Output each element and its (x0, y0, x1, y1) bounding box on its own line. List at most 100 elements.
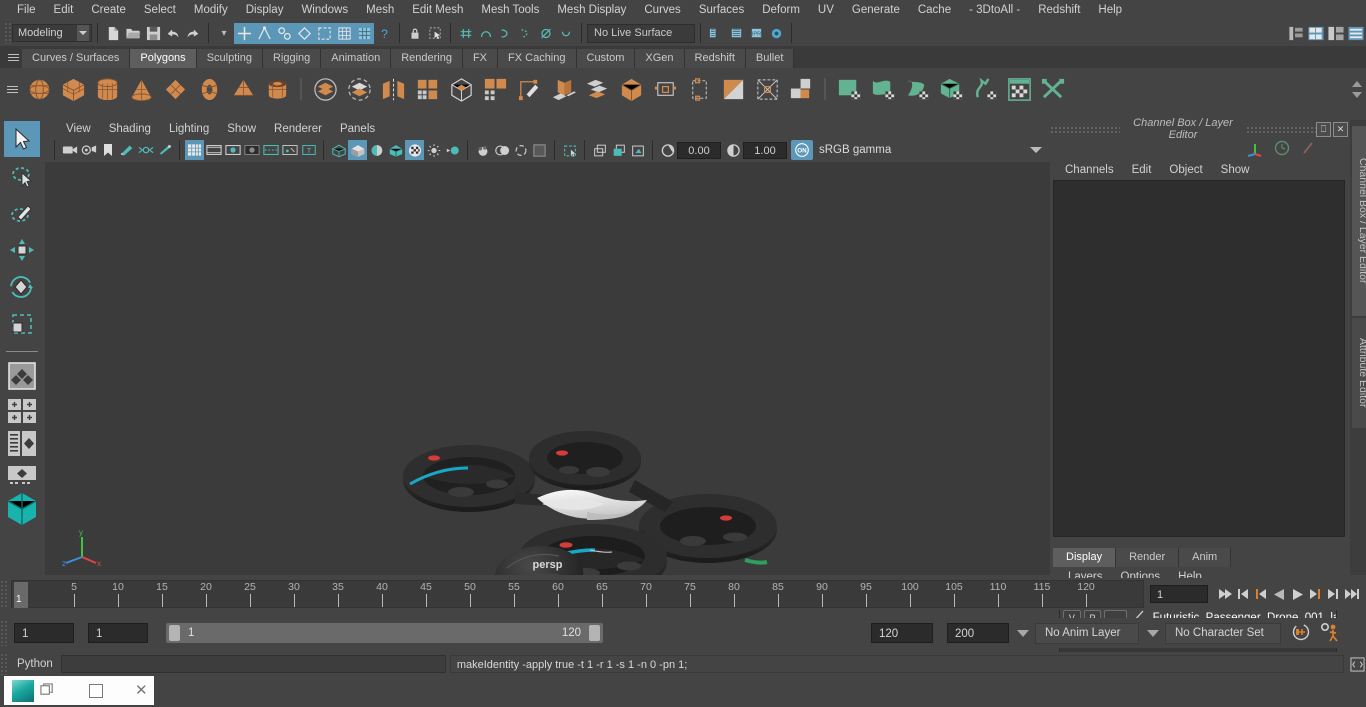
step-back-key-icon[interactable] (1252, 583, 1270, 605)
viewport-menu-shading[interactable]: Shading (100, 120, 160, 138)
resolution-gate-icon[interactable] (223, 140, 242, 160)
tab-display[interactable]: Display (1053, 548, 1117, 567)
camera-attributes-icon[interactable] (79, 140, 98, 160)
viewport-snapshot-icon[interactable] (628, 140, 647, 160)
viewport-menu-lighting[interactable]: Lighting (160, 120, 218, 138)
shelf-scroll-controls[interactable] (1350, 68, 1364, 110)
redo-icon[interactable] (183, 23, 203, 44)
shelf-sculpt-curve-button[interactable] (968, 72, 1002, 106)
two-sided-lighting-icon[interactable] (136, 140, 155, 160)
snap-to-curve-icon[interactable] (476, 23, 496, 44)
make-live-icon[interactable] (556, 23, 576, 44)
shelf-poly-quad-draw-button[interactable] (750, 72, 784, 106)
motion-blur-icon[interactable] (511, 140, 530, 160)
restore-window-icon[interactable] (40, 682, 55, 700)
character-set-select[interactable]: No Character Set (1165, 622, 1281, 644)
shelf-tab-fx[interactable]: FX (462, 49, 499, 68)
status-line-handle[interactable] (4, 22, 12, 44)
shelf-poly-bridge-button[interactable] (614, 72, 648, 106)
slash-icon[interactable] (1300, 140, 1316, 159)
channel-box-menu-channels[interactable]: Channels (1056, 160, 1123, 180)
shelf-tab-rendering[interactable]: Rendering (391, 49, 463, 68)
step-forward-key-icon[interactable] (1306, 583, 1324, 605)
grid-icon[interactable] (185, 140, 204, 160)
shelf-poly-sphere-button[interactable] (22, 72, 56, 106)
shelf-poly-pipe-button[interactable] (260, 72, 294, 106)
go-to-start-icon[interactable] (1216, 583, 1234, 605)
shelf-poly-separate-button[interactable] (342, 72, 376, 106)
close-icon[interactable]: ✕ (1333, 121, 1348, 137)
film-origin-icon[interactable] (261, 140, 280, 160)
camera-icon[interactable] (60, 140, 79, 160)
menu-redshift[interactable]: Redshift (1029, 0, 1089, 20)
chevron-down-icon[interactable] (1030, 147, 1042, 153)
graph-editor-icon[interactable] (1326, 23, 1346, 44)
film-gate-icon[interactable] (204, 140, 223, 160)
panel-drag-handle-right[interactable] (1246, 125, 1316, 133)
four-pane-layout-button[interactable] (5, 398, 39, 427)
shelf-options-icon[interactable] (2, 68, 22, 110)
gamma-icon[interactable] (724, 140, 743, 160)
time-slider-handle[interactable] (0, 580, 9, 608)
attribute-editor-icon[interactable] (1346, 23, 1366, 44)
shelf-poly-combine-button[interactable] (308, 72, 342, 106)
lasso-select-tool-button[interactable] (4, 158, 40, 194)
shelf-menu-icon[interactable] (4, 46, 22, 68)
safe-action-icon[interactable] (280, 140, 299, 160)
use-default-lighting-icon[interactable] (424, 140, 443, 160)
shelf-tab-rigging[interactable]: Rigging (262, 49, 322, 68)
command-input[interactable] (60, 655, 446, 673)
snap-to-view-plane-icon[interactable] (536, 23, 556, 44)
command-line-handle[interactable] (0, 653, 9, 675)
viewport-menu-panels[interactable]: Panels (331, 120, 384, 138)
current-time-indicator[interactable]: 1 (14, 582, 28, 608)
anim-layer-select[interactable]: No Anim Layer (1035, 622, 1139, 644)
color-management-toggle[interactable]: ON (791, 140, 813, 160)
shelf-tab-animation[interactable]: Animation (321, 49, 392, 68)
menu-file[interactable]: File (8, 0, 45, 20)
channel-box-menu-edit[interactable]: Edit (1123, 160, 1161, 180)
render-settings-icon[interactable] (766, 23, 786, 44)
gamma-field[interactable]: 1.00 (743, 141, 787, 159)
viewport-3d-canvas[interactable]: y z x persp (45, 162, 1050, 575)
menu-create[interactable]: Create (82, 0, 135, 20)
snap-to-point-icon[interactable] (496, 23, 516, 44)
shelf-poly-create-tool-button[interactable] (512, 72, 546, 106)
shelf-poly-bevel-button[interactable] (580, 72, 614, 106)
shelf-tab-bullet[interactable]: Bullet (745, 49, 795, 68)
range-start-grip[interactable] (169, 625, 180, 641)
select-by-hierarchy-icon[interactable] (234, 22, 254, 44)
menu-mesh-tools[interactable]: Mesh Tools (472, 0, 548, 20)
menu-windows[interactable]: Windows (292, 0, 357, 20)
shelf-poly-wedge-button[interactable] (682, 72, 716, 106)
shelf-poly-cylinder-button[interactable] (90, 72, 124, 106)
color-management-select[interactable]: sRGB gamma (813, 141, 1030, 159)
smooth-shade-icon[interactable] (348, 140, 367, 160)
save-scene-icon[interactable] (143, 23, 163, 44)
highlight-selection-icon[interactable] (425, 23, 445, 44)
outliner-icon[interactable] (1306, 23, 1326, 44)
persp-graph-layout-button[interactable] (5, 464, 39, 489)
range-slider-handle[interactable] (0, 620, 9, 646)
shelf-poly-prism-button[interactable] (226, 72, 260, 106)
shelf-poly-mirror-button[interactable] (376, 72, 410, 106)
uvs-mask-icon[interactable] (354, 22, 374, 44)
ipr-render-icon[interactable]: IPR (746, 23, 766, 44)
shelf-tab-sculpting[interactable]: Sculpting (196, 49, 263, 68)
shelf-tab-polygons[interactable]: Polygons (130, 49, 197, 68)
hypergraph-icon[interactable] (1286, 23, 1306, 44)
wireframe-on-shaded-icon[interactable] (386, 140, 405, 160)
xray-joints-icon[interactable] (590, 140, 609, 160)
viewport-menu-renderer[interactable]: Renderer (265, 120, 331, 138)
step-back-frame-icon[interactable] (1234, 583, 1252, 605)
menu-edit[interactable]: Edit (45, 0, 83, 20)
menu-modify[interactable]: Modify (185, 0, 237, 20)
menu-surfaces[interactable]: Surfaces (690, 0, 753, 20)
wireframe-icon[interactable] (329, 140, 348, 160)
shelf-poly-cube-button[interactable] (56, 72, 90, 106)
menu-mesh[interactable]: Mesh (357, 0, 403, 20)
menu-edit-mesh[interactable]: Edit Mesh (403, 0, 472, 20)
xray-active-components-icon[interactable] (609, 140, 628, 160)
menu-help[interactable]: Help (1089, 0, 1131, 20)
live-surface-field[interactable]: No Live Surface (587, 23, 695, 43)
